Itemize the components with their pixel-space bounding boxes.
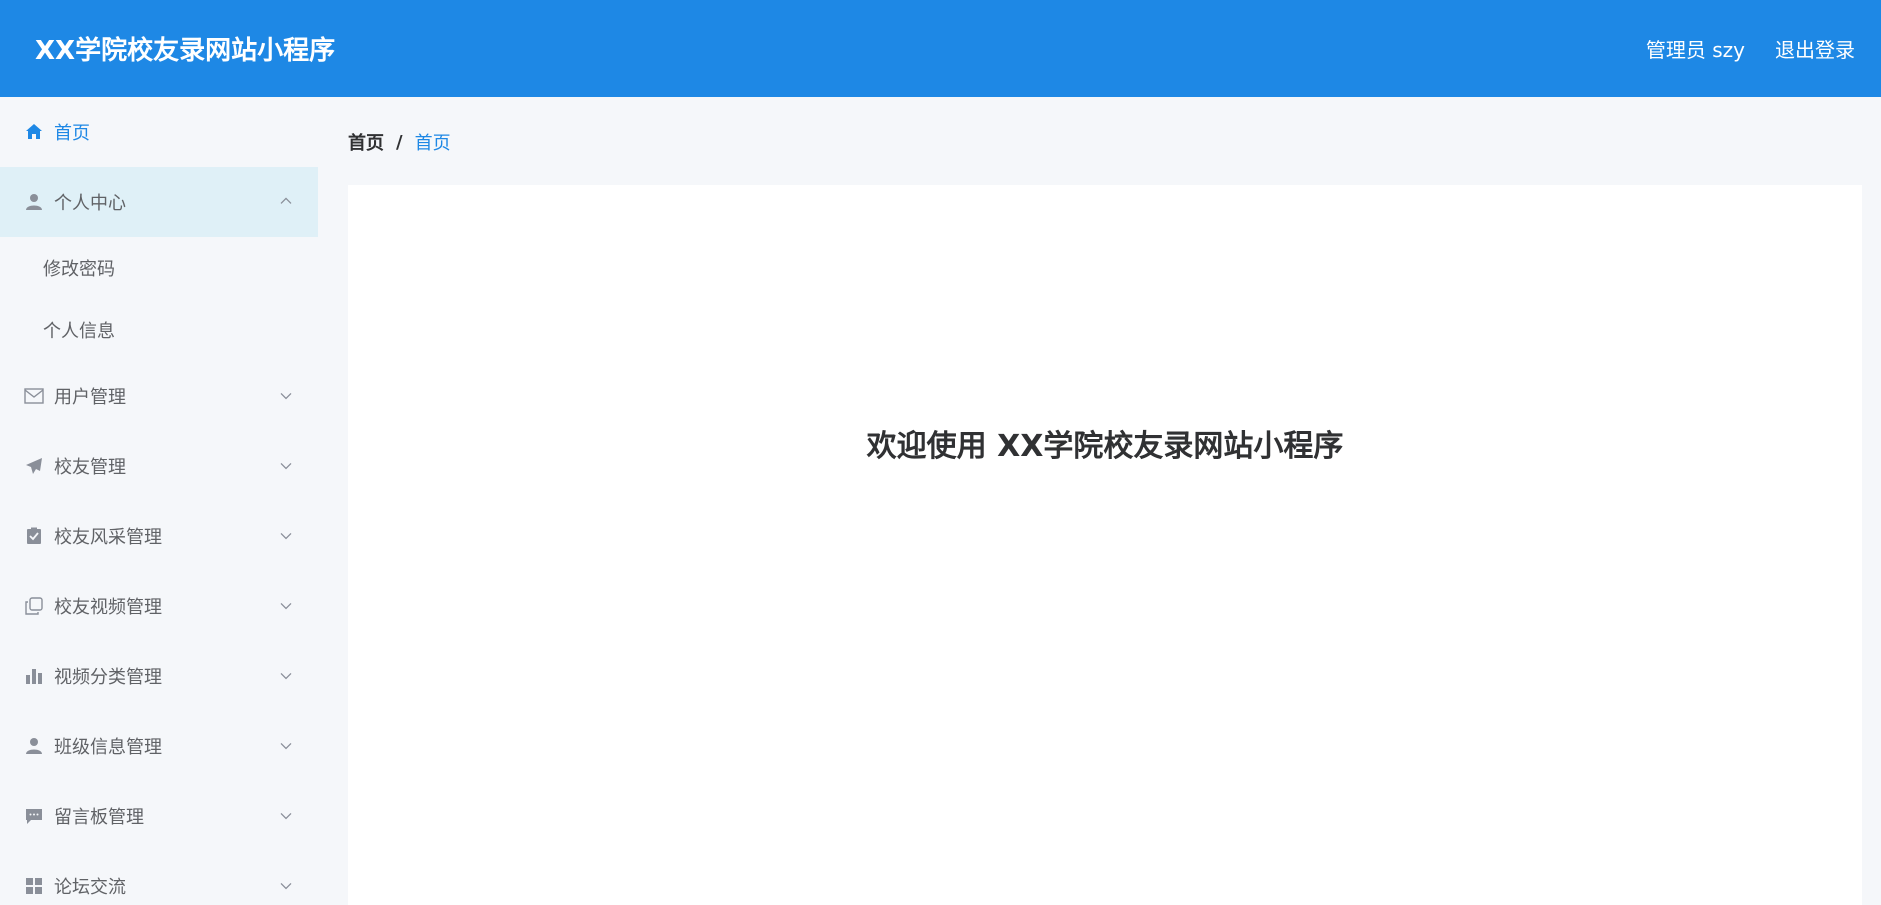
chevron-down-icon [280,669,292,681]
chevron-down-icon [280,459,292,471]
comment-icon [24,806,44,826]
sidebar-subitem-change-password[interactable]: 修改密码 [0,237,318,299]
sidebar-item-label: 视频分类管理 [54,667,162,688]
welcome-heading: 欢迎使用 XX学院校友录网站小程序 [866,429,1344,464]
breadcrumb: 首页 / 首页 [348,129,451,155]
paper-plane-icon [24,456,44,476]
chevron-down-icon [280,389,292,401]
sidebar-item-personal-center[interactable]: 个人中心 [0,167,318,237]
chevron-down-icon [280,529,292,541]
chevron-down-icon [280,879,292,891]
grid-icon [24,876,44,896]
chevron-down-icon [280,739,292,751]
chevron-down-icon [280,809,292,821]
mail-icon [24,386,44,406]
sidebar-item-label: 留言板管理 [54,807,144,828]
home-icon [24,122,44,142]
sidebar-item-user-management[interactable]: 用户管理 [0,361,318,431]
sidebar-item-label: 校友风采管理 [54,527,162,548]
logout-button[interactable]: 退出登录 [1775,34,1855,63]
sidebar-item-label: 论坛交流 [54,877,126,898]
sidebar-item-alumni-management[interactable]: 校友管理 [0,431,318,501]
top-header: XX学院校友录网站小程序 管理员 szy 退出登录 [0,0,1881,97]
sidebar-item-alumni-video-management[interactable]: 校友视频管理 [0,571,318,641]
sidebar-item-label: 班级信息管理 [54,737,162,758]
sidebar-item-forum[interactable]: 论坛交流 [0,851,318,905]
chevron-up-icon [280,195,292,207]
header-actions: 管理员 szy 退出登录 [1646,34,1855,63]
breadcrumb-separator: / [396,131,403,153]
sidebar-subitem-personal-info[interactable]: 个人信息 [0,299,318,361]
sidebar-item-home[interactable]: 首页 [0,97,318,167]
sidebar-item-message-board-management[interactable]: 留言板管理 [0,781,318,851]
sidebar-item-label: 校友管理 [54,457,126,478]
sidebar-item-class-info-management[interactable]: 班级信息管理 [0,711,318,781]
sidebar-item-label: 个人中心 [54,193,126,214]
clipboard-check-icon [24,526,44,546]
sidebar-item-label: 用户管理 [54,387,126,408]
copy-icon [24,596,44,616]
app-title: XX学院校友录网站小程序 [35,36,336,66]
content-panel: 欢迎使用 XX学院校友录网站小程序 [348,185,1862,905]
main-area: 首页 / 首页 欢迎使用 XX学院校友录网站小程序 [318,97,1881,905]
sidebar-item-alumni-style-management[interactable]: 校友风采管理 [0,501,318,571]
breadcrumb-current: 首页 [414,133,451,154]
sidebar-menu: 首页 个人中心 修改密码 个人信息 用户管理 校友管理 校友风采管理 校友视频管… [0,97,318,905]
bar-chart-icon [24,666,44,686]
current-user-label: 管理员 szy [1645,38,1745,62]
user-icon [24,736,44,756]
sidebar-item-label: 校友视频管理 [54,597,162,618]
breadcrumb-home[interactable]: 首页 [348,129,384,155]
sidebar-subitem-label: 个人信息 [43,321,115,342]
chevron-down-icon [280,599,292,611]
sidebar-item-video-category-management[interactable]: 视频分类管理 [0,641,318,711]
user-icon [24,192,44,212]
sidebar-item-label: 首页 [54,123,90,144]
sidebar-subitem-label: 修改密码 [43,259,115,280]
